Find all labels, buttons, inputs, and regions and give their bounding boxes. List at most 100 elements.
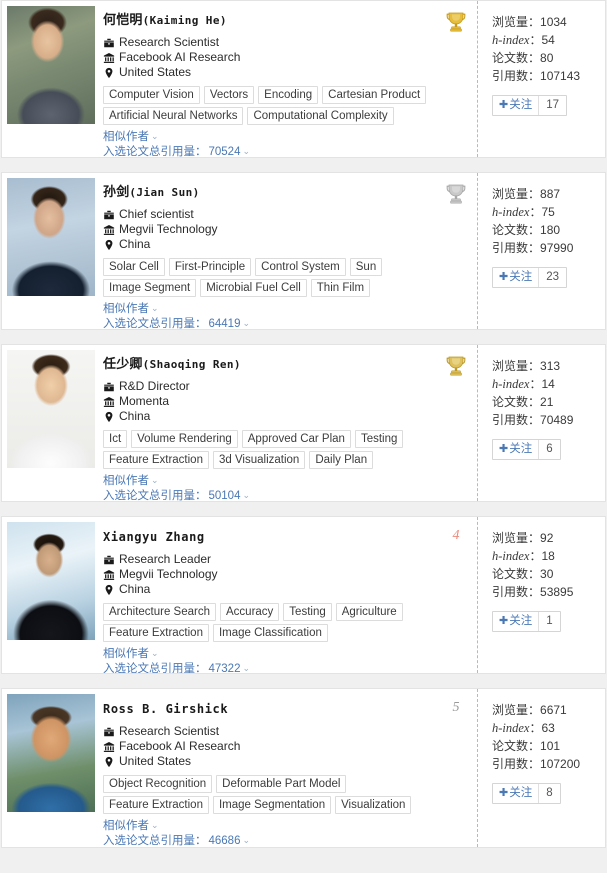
avatar-shaoqing-ren[interactable]: [7, 350, 95, 468]
chevron-down-icon[interactable]: ⌄: [242, 488, 250, 501]
follow-main[interactable]: ✚ 关注: [493, 96, 538, 115]
research-tag[interactable]: Agriculture: [335, 603, 403, 621]
h-index-label: h-index: [492, 377, 530, 391]
research-tag[interactable]: Deformable Part Model: [216, 775, 347, 793]
scholar-card-3[interactable]: 任少卿(Shaoqing Ren) R&D Director Momenta C…: [1, 344, 606, 502]
citations-stat: 引用数：107143: [492, 67, 599, 85]
scholar-name[interactable]: 何恺明(Kaiming He): [103, 13, 467, 29]
follow-button[interactable]: ✚ 关注 6: [492, 439, 561, 460]
similar-authors-label: 相似作者: [103, 475, 149, 487]
research-tag[interactable]: Control System: [255, 258, 346, 276]
research-tag[interactable]: First-Principle: [168, 258, 252, 276]
research-tag[interactable]: Encoding: [258, 86, 319, 104]
chevron-down-icon[interactable]: ⌄: [151, 818, 159, 833]
follow-main[interactable]: ✚ 关注: [493, 612, 538, 631]
scholar-name[interactable]: 孙剑(Jian Sun): [103, 185, 467, 201]
citations-label: 引用数: [492, 585, 529, 599]
follow-main[interactable]: ✚ 关注: [493, 784, 538, 803]
similar-authors-link[interactable]: 相似作者 ⌄: [103, 302, 467, 317]
research-tag[interactable]: Approved Car Plan: [241, 430, 351, 448]
research-tag[interactable]: Solar Cell: [103, 258, 165, 276]
avatar-xiangyu-zhang[interactable]: [7, 522, 95, 640]
links-block: 相似作者 ⌄ 入选论文总引用量： 46686 ⌄: [103, 819, 467, 847]
research-tag[interactable]: Volume Rendering: [131, 430, 238, 448]
research-tag[interactable]: Architecture Search: [103, 603, 216, 621]
scholar-card-4[interactable]: Xiangyu Zhang Research Leader Megvii Tec…: [1, 516, 606, 674]
scholar-name[interactable]: 任少卿(Shaoqing Ren): [103, 357, 467, 373]
country-line: United States: [103, 65, 467, 80]
research-tag[interactable]: Cartesian Product: [322, 86, 427, 104]
chevron-down-icon[interactable]: ⌄: [242, 833, 250, 847]
research-tag[interactable]: Image Classification: [212, 624, 328, 642]
research-tag[interactable]: Image Segmentation: [212, 796, 332, 814]
research-tag[interactable]: Feature Extraction: [103, 451, 209, 469]
follow-button[interactable]: ✚ 关注 1: [492, 611, 561, 632]
selected-citations-link[interactable]: 入选论文总引用量： 46686 ⌄: [103, 833, 467, 847]
avatar-kaiming-he[interactable]: [7, 6, 95, 124]
follow-main[interactable]: ✚ 关注: [493, 268, 538, 287]
research-tag[interactable]: Testing: [283, 603, 332, 621]
avatar-container[interactable]: [2, 517, 97, 673]
research-tag[interactable]: Accuracy: [220, 603, 280, 621]
chevron-down-icon[interactable]: ⌄: [242, 144, 250, 157]
citations-label: 引用数: [492, 413, 529, 427]
affiliation-line: Megvii Technology: [103, 567, 467, 582]
institution-icon: [103, 396, 115, 408]
location-pin-icon: [103, 67, 115, 79]
research-tag[interactable]: Sun: [349, 258, 383, 276]
follow-main[interactable]: ✚ 关注: [493, 440, 538, 459]
follow-button[interactable]: ✚ 关注 8: [492, 783, 561, 804]
papers-value: 80: [540, 51, 554, 65]
scholar-card-1[interactable]: 何恺明(Kaiming He) Research Scientist Faceb…: [1, 0, 606, 158]
h-index-stat: h-index：18: [492, 547, 599, 565]
research-tag[interactable]: Artificial Neural Networks: [103, 107, 244, 125]
h-index-value: 54: [541, 33, 555, 47]
chevron-down-icon[interactable]: ⌄: [151, 129, 159, 144]
research-tag[interactable]: Feature Extraction: [103, 796, 209, 814]
similar-authors-link[interactable]: 相似作者 ⌄: [103, 474, 467, 489]
research-tag[interactable]: Ict: [103, 430, 128, 448]
selected-citations-link[interactable]: 入选论文总引用量： 70524 ⌄: [103, 144, 467, 157]
research-tag[interactable]: Thin Film: [310, 279, 371, 297]
similar-authors-link[interactable]: 相似作者 ⌄: [103, 647, 467, 662]
research-tag[interactable]: Image Segment: [103, 279, 197, 297]
avatar-jian-sun[interactable]: [7, 178, 95, 296]
avatar-container[interactable]: [2, 345, 97, 501]
chevron-down-icon[interactable]: ⌄: [151, 646, 159, 661]
research-tag[interactable]: Object Recognition: [103, 775, 213, 793]
follow-count: 1: [538, 612, 559, 631]
avatar-container[interactable]: [2, 173, 97, 329]
research-tag[interactable]: Computer Vision: [103, 86, 200, 104]
scholar-name[interactable]: Ross B. Girshick: [103, 701, 467, 718]
chevron-down-icon[interactable]: ⌄: [242, 316, 250, 329]
research-tag[interactable]: Testing: [354, 430, 404, 448]
research-tag[interactable]: 3d Visualization: [212, 451, 306, 469]
research-tag[interactable]: Computational Complexity: [247, 107, 394, 125]
briefcase-icon: [103, 726, 115, 738]
scholar-name[interactable]: Xiangyu Zhang: [103, 529, 467, 546]
chevron-down-icon[interactable]: ⌄: [151, 473, 159, 488]
avatar-container[interactable]: [2, 1, 97, 157]
chevron-down-icon[interactable]: ⌄: [151, 301, 159, 316]
research-tag[interactable]: Daily Plan: [309, 451, 374, 469]
selected-citations-link[interactable]: 入选论文总引用量： 47322 ⌄: [103, 661, 467, 673]
similar-authors-link[interactable]: 相似作者 ⌄: [103, 130, 467, 145]
similar-authors-label: 相似作者: [103, 303, 149, 315]
scholar-card-2[interactable]: 孙剑(Jian Sun) Chief scientist Megvii Tech…: [1, 172, 606, 330]
research-tag[interactable]: Microbial Fuel Cell: [200, 279, 307, 297]
rank-badge: [445, 355, 467, 379]
scholar-card-5[interactable]: Ross B. Girshick Research Scientist Face…: [1, 688, 606, 848]
research-tag[interactable]: Vectors: [203, 86, 255, 104]
follow-button[interactable]: ✚ 关注 23: [492, 267, 568, 288]
avatar-ross-girshick[interactable]: [7, 694, 95, 812]
research-tag[interactable]: Feature Extraction: [103, 624, 209, 642]
h-index-stat: h-index：75: [492, 203, 599, 221]
citation-colon: ：: [195, 835, 207, 847]
selected-citations-link[interactable]: 入选论文总引用量： 50104 ⌄: [103, 488, 467, 501]
avatar-container[interactable]: [2, 689, 97, 847]
similar-authors-link[interactable]: 相似作者 ⌄: [103, 819, 467, 834]
follow-button[interactable]: ✚ 关注 17: [492, 95, 568, 116]
chevron-down-icon[interactable]: ⌄: [242, 661, 250, 673]
research-tag[interactable]: Visualization: [335, 796, 412, 814]
selected-citations-link[interactable]: 入选论文总引用量： 64419 ⌄: [103, 316, 467, 329]
